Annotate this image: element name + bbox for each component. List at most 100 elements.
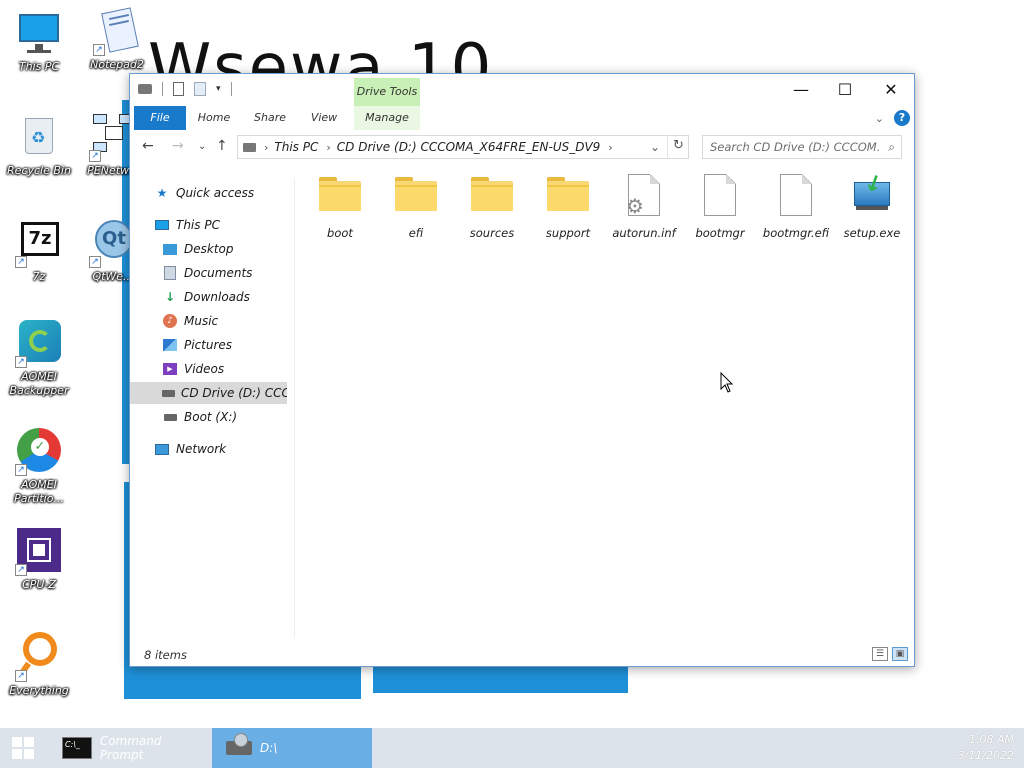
taskbar-item-label: D:\ <box>260 741 278 755</box>
close-button[interactable]: ✕ <box>868 74 914 104</box>
nav-item-desktop[interactable]: Desktop <box>130 238 287 260</box>
tab-share[interactable]: Share <box>248 106 292 130</box>
drive-icon <box>243 142 256 152</box>
large-icons-view-icon[interactable]: ▣ <box>892 647 908 661</box>
file-name: autorun.inf <box>612 226 676 240</box>
file-item-file[interactable]: bootmgr.efi <box>758 172 834 240</box>
notepad-icon: ↗ <box>93 6 141 56</box>
nav-item-label: Downloads <box>184 290 250 304</box>
nav-item-this-pc[interactable]: This PC <box>130 214 287 236</box>
search-input[interactable] <box>703 136 881 158</box>
up-arrow-icon[interactable]: ↑ <box>216 138 228 154</box>
file-item-file[interactable]: ↓ setup.exe <box>834 170 910 240</box>
maximize-button[interactable]: ☐ <box>822 74 868 104</box>
title-bar[interactable]: ▾ Drive Tools — ☐ ✕ <box>130 74 914 106</box>
breadcrumb-cd-drive[interactable]: CD Drive (D:) CCCOMA_X64FRE_EN-US_DV9 <box>337 140 601 154</box>
help-button[interactable]: ? <box>894 110 910 126</box>
desktop-icon-this-pc[interactable]: This PC <box>2 8 76 74</box>
7z-icon: 7z ↗ <box>15 218 63 268</box>
file-explorer-window[interactable]: ▾ Drive Tools — ☐ ✕ File Home Share View… <box>129 73 915 667</box>
customize-qat-icon[interactable]: ▾ <box>216 84 221 94</box>
desktop-icon-7z[interactable]: 7z ↗ 7z <box>2 218 76 284</box>
file-list[interactable]: boot efi sources support ⚙ autorun.inf b… <box>300 170 910 632</box>
pane-splitter[interactable] <box>294 178 295 638</box>
search-box[interactable]: ⌕ <box>702 135 902 159</box>
nav-item-documents[interactable]: Documents <box>130 262 287 284</box>
file-item-folder[interactable]: boot <box>302 172 378 240</box>
view-switcher: ☰ ▣ <box>872 647 908 661</box>
chevron-right-icon[interactable]: › <box>264 141 268 154</box>
tab-file[interactable]: File <box>134 106 186 130</box>
nav-item-cd-drive[interactable]: CD Drive (D:) CCCOMA_X64FRE_EN-US_DV9 <box>130 382 287 404</box>
nav-item-videos[interactable]: ▶ Videos <box>130 358 287 380</box>
minimize-button[interactable]: — <box>778 74 824 104</box>
taskbar-item-explorer[interactable]: D:\ <box>212 728 372 768</box>
recent-locations-icon[interactable]: ⌄ <box>198 141 206 152</box>
chevron-right-icon[interactable]: › <box>608 141 612 154</box>
file-name: setup.exe <box>843 226 901 240</box>
back-arrow-icon[interactable]: ← <box>142 138 154 154</box>
refresh-button[interactable]: ↻ <box>667 135 689 159</box>
file-name: bootmgr <box>695 226 745 240</box>
command-prompt-icon: C:\_ <box>62 737 92 759</box>
quick-access-toolbar: ▾ <box>138 82 232 96</box>
item-count: 8 items <box>144 648 187 662</box>
nav-item-label: Music <box>184 314 219 328</box>
nav-item-pictures[interactable]: Pictures <box>130 334 287 356</box>
shortcut-arrow-icon: ↗ <box>15 564 27 576</box>
file-item-file[interactable]: bootmgr <box>682 172 758 240</box>
folder-icon <box>392 172 440 220</box>
clock-date: 3/11/2022 <box>957 749 1014 762</box>
file-item-folder[interactable]: efi <box>378 172 454 240</box>
desktop-icon-aomei-backupper[interactable]: ↗ AOMEI Backupper <box>2 318 76 398</box>
cd-drive-icon <box>162 385 175 401</box>
breadcrumb-this-pc[interactable]: This PC <box>274 140 318 154</box>
desktop-icon-aomei-partition[interactable]: ✓ ↗ AOMEI Partitio... <box>2 426 76 506</box>
desktop-folder-icon <box>162 241 178 257</box>
drive-icon <box>138 84 152 94</box>
nav-item-music[interactable]: ♪ Music <box>130 310 287 332</box>
nav-item-boot-drive[interactable]: Boot (X:) <box>130 406 287 428</box>
backup-icon: ↗ <box>15 318 63 368</box>
nav-item-network[interactable]: Network <box>130 438 287 460</box>
forward-arrow-icon[interactable]: → <box>172 138 184 154</box>
star-icon: ★ <box>156 186 168 200</box>
properties-icon[interactable] <box>173 82 184 96</box>
details-view-icon[interactable]: ☰ <box>872 647 888 661</box>
file-item-file[interactable]: ⚙ autorun.inf <box>606 172 682 240</box>
system-clock[interactable]: 1:08 AM 3/11/2022 <box>958 732 1014 764</box>
new-folder-icon[interactable] <box>194 82 206 96</box>
chevron-right-icon[interactable]: › <box>326 141 330 154</box>
desktop-icon-cpu-z[interactable]: ↗ CPU-Z <box>2 526 76 592</box>
desktop-icon-notepad2[interactable]: ↗ Notepad2 <box>80 6 154 72</box>
nav-item-downloads[interactable]: ↓ Downloads <box>130 286 287 308</box>
monitor-icon <box>15 8 63 56</box>
address-bar[interactable]: › This PC › CD Drive (D:) CCCOMA_X64FRE_… <box>237 135 689 159</box>
shortcut-arrow-icon: ↗ <box>15 670 27 682</box>
nav-item-label: Network <box>176 442 227 456</box>
expand-ribbon-icon[interactable]: ⌄ <box>875 112 884 125</box>
nav-item-label: This PC <box>176 218 220 232</box>
music-icon: ♪ <box>162 313 178 329</box>
tab-view[interactable]: View <box>304 106 344 130</box>
file-item-folder[interactable]: sources <box>454 172 530 240</box>
folder-icon <box>468 172 516 220</box>
taskbar-item-command-prompt[interactable]: C:\_ Command Prompt <box>56 728 208 768</box>
navigation-pane[interactable]: ★ Quick access This PC Desktop Documents… <box>130 178 287 638</box>
tab-manage[interactable]: Manage <box>354 106 420 130</box>
network-icon <box>154 441 170 457</box>
nav-item-quick-access[interactable]: ★ Quick access <box>130 182 287 204</box>
start-button[interactable] <box>0 728 46 768</box>
desktop-icon-recycle-bin[interactable]: ♻ Recycle Bin <box>2 112 76 178</box>
desktop-icon-label: This PC <box>18 60 60 73</box>
desktop-icon-everything[interactable]: ↗ Everything <box>2 632 76 698</box>
address-dropdown-icon[interactable]: ⌄ <box>650 140 660 154</box>
tab-home[interactable]: Home <box>192 106 236 130</box>
file-item-folder[interactable]: support <box>530 172 606 240</box>
shortcut-arrow-icon: ↗ <box>15 464 27 476</box>
nav-item-label: Boot (X:) <box>184 410 238 424</box>
desktop-icon-label: 7z <box>32 270 46 283</box>
shortcut-arrow-icon: ↗ <box>15 256 27 268</box>
clock-time: 1:08 AM <box>968 733 1014 746</box>
shortcut-arrow-icon: ↗ <box>93 44 105 56</box>
